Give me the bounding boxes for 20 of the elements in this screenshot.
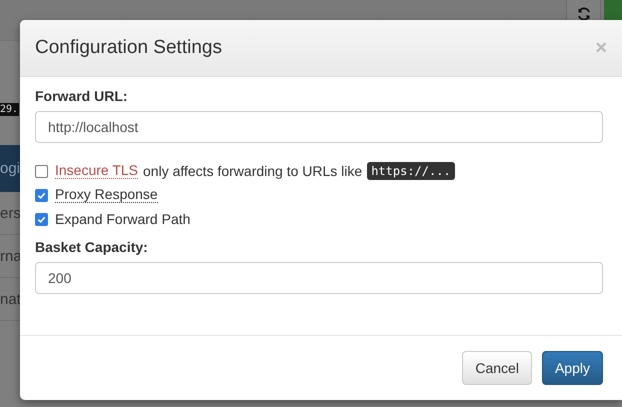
field-label: Forward URL: bbox=[35, 88, 129, 104]
field-label: Basket Capacity: bbox=[35, 239, 149, 255]
checkbox[interactable] bbox=[35, 212, 48, 226]
checkbox-label[interactable]: Insecure TLS bbox=[55, 163, 138, 179]
checkbox[interactable] bbox=[35, 164, 48, 178]
refresh-icon bbox=[576, 7, 590, 21]
table-cell: nat bbox=[0, 290, 21, 308]
table-cell: ers bbox=[0, 204, 21, 222]
nav-item[interactable]: ogi bbox=[0, 160, 20, 177]
input-field[interactable]: 200 bbox=[35, 262, 603, 294]
hint-text: only affects forwarding to URLs like bbox=[143, 163, 362, 179]
dialog-title: Configuration Settings bbox=[35, 37, 222, 59]
checkbox[interactable] bbox=[35, 188, 48, 202]
code-text: 29. bbox=[0, 103, 20, 116]
code-text: https://... bbox=[367, 162, 455, 180]
cancel-button[interactable]: Cancel bbox=[462, 351, 532, 385]
apply-button[interactable]: Apply bbox=[542, 351, 603, 385]
input-field[interactable]: http://localhost bbox=[35, 111, 603, 143]
checkbox-label[interactable]: Expand Forward Path bbox=[55, 211, 190, 227]
checkbox-label[interactable]: Proxy Response bbox=[55, 187, 158, 203]
